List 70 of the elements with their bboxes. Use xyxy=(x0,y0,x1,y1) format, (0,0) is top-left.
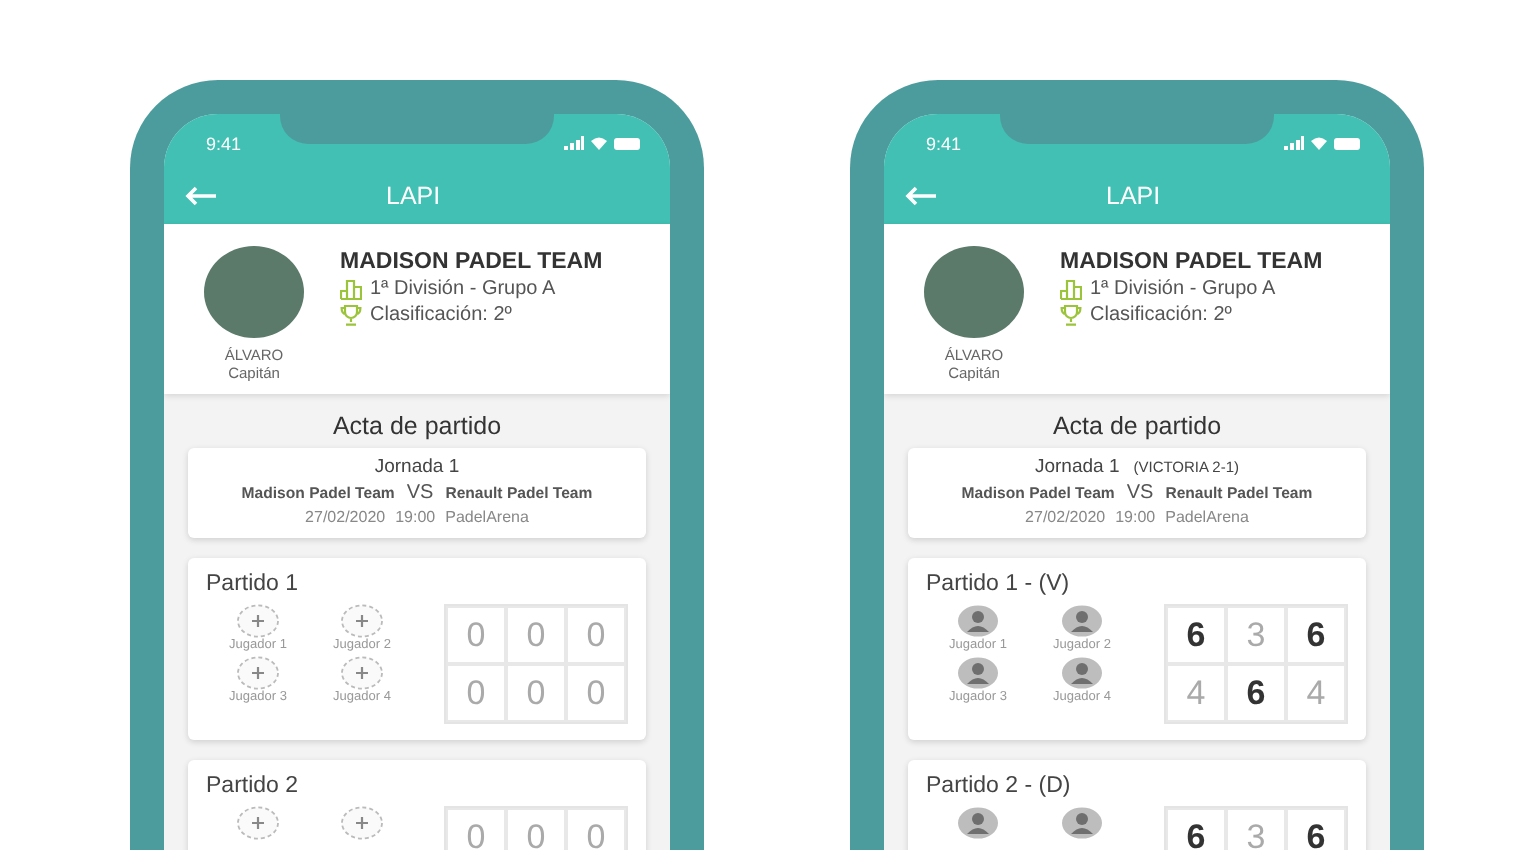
ranking-label: Clasificación: 2º xyxy=(1090,304,1232,326)
player-avatar-icon[interactable] xyxy=(1060,806,1104,840)
add-player-icon[interactable] xyxy=(236,656,280,690)
vs-label: VS xyxy=(1126,482,1154,504)
trophy-icon xyxy=(1060,304,1082,326)
battery-icon xyxy=(1334,137,1362,150)
wifi-icon xyxy=(590,136,608,151)
score-cell[interactable]: 0 xyxy=(566,664,626,722)
match-title: Partido 1 xyxy=(206,572,301,596)
score-cell[interactable]: 3 xyxy=(1226,606,1286,664)
score-cell[interactable]: 4 xyxy=(1166,664,1226,722)
avatar-photo xyxy=(204,246,304,338)
score-cell[interactable]: 0 xyxy=(566,606,626,664)
player-avatar-icon[interactable] xyxy=(1060,604,1104,638)
back-arrow-icon[interactable] xyxy=(184,185,218,206)
score-cell[interactable]: 0 xyxy=(446,808,506,850)
match-date: 27/02/2020 xyxy=(305,508,386,526)
signal-icon xyxy=(1284,136,1304,151)
add-player-icon[interactable] xyxy=(236,604,280,638)
score-cell[interactable]: 6 xyxy=(1286,606,1346,664)
score-cell[interactable]: 4 xyxy=(1286,664,1346,722)
add-player-icon[interactable] xyxy=(340,656,384,690)
score-cell[interactable]: 0 xyxy=(506,664,566,722)
team-name: MADISON PADEL TEAM xyxy=(1060,250,1323,274)
vs-label: VS xyxy=(406,482,434,504)
match-time: 19:00 xyxy=(395,508,436,526)
match-date: 27/02/2020 xyxy=(1025,508,1106,526)
trophy-icon xyxy=(340,304,362,326)
app-title: LAPI xyxy=(386,181,441,210)
add-player-icon[interactable] xyxy=(340,604,384,638)
player-avatar-icon[interactable] xyxy=(956,656,1000,690)
signal-icon xyxy=(564,136,584,151)
division-label: 1ª División - Grupo A xyxy=(1090,278,1276,300)
score-cell[interactable]: 6 xyxy=(1226,664,1286,722)
avatar-photo xyxy=(924,246,1024,338)
round-label: Jornada 1 xyxy=(374,456,460,478)
score-cell[interactable]: 6 xyxy=(1166,606,1226,664)
score-cell[interactable]: 3 xyxy=(1226,808,1286,850)
status-time: 9:41 xyxy=(926,133,962,154)
add-player-icon[interactable] xyxy=(340,806,384,840)
player-avatar-icon[interactable] xyxy=(1060,656,1104,690)
podium-icon xyxy=(1060,278,1082,300)
score-cell[interactable]: 6 xyxy=(1286,808,1346,850)
score-cell[interactable]: 0 xyxy=(506,606,566,664)
score-cell[interactable]: 0 xyxy=(566,808,626,850)
add-player-icon[interactable] xyxy=(236,806,280,840)
back-arrow-icon[interactable] xyxy=(904,185,938,206)
score-cell[interactable]: 0 xyxy=(446,606,506,664)
player-avatar-icon[interactable] xyxy=(956,806,1000,840)
match-title: Partido 2 - (D) xyxy=(926,774,1073,798)
battery-icon xyxy=(614,137,642,150)
match-time: 19:00 xyxy=(1115,508,1156,526)
section-title: Acta de partido xyxy=(330,412,504,440)
ranking-label: Clasificación: 2º xyxy=(370,304,512,326)
match-title: Partido 2 xyxy=(206,774,301,798)
score-cell[interactable]: 6 xyxy=(1166,808,1226,850)
player-avatar-icon[interactable] xyxy=(956,604,1000,638)
team-name: MADISON PADEL TEAM xyxy=(340,250,603,274)
round-label: Jornada 1 xyxy=(1034,456,1120,478)
wifi-icon xyxy=(1310,136,1328,151)
division-label: 1ª División - Grupo A xyxy=(370,278,556,300)
match-venue: PadelArena xyxy=(1165,508,1249,526)
podium-icon xyxy=(340,278,362,300)
match-title: Partido 1 - (V) xyxy=(926,572,1072,596)
score-cell[interactable]: 0 xyxy=(506,808,566,850)
app-title: LAPI xyxy=(1106,181,1161,210)
match-venue: PadelArena xyxy=(445,508,529,526)
status-time: 9:41 xyxy=(206,133,242,154)
section-title: Acta de partido xyxy=(1050,412,1224,440)
score-cell[interactable]: 0 xyxy=(446,664,506,722)
